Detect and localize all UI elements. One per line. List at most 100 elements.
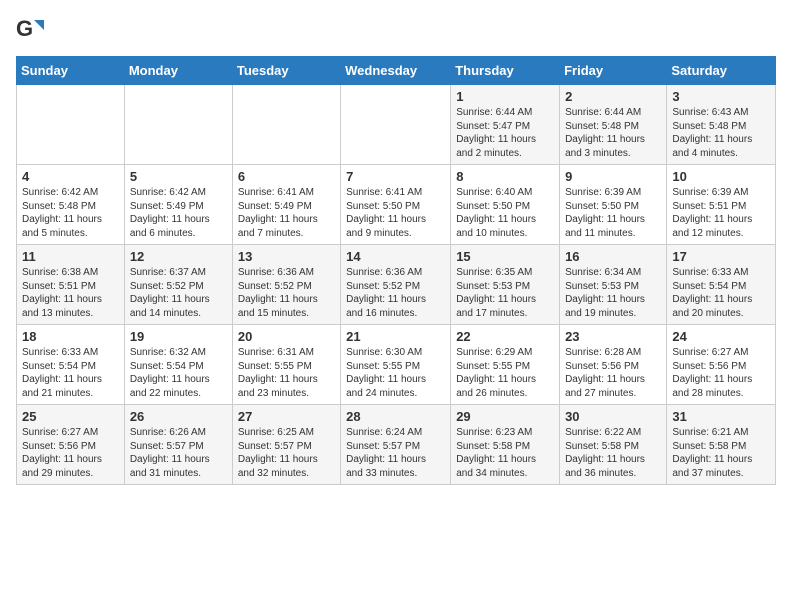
header-thursday: Thursday <box>451 57 560 85</box>
day-number: 10 <box>672 169 770 184</box>
calendar-cell: 20Sunrise: 6:31 AM Sunset: 5:55 PM Dayli… <box>232 325 340 405</box>
calendar-cell: 26Sunrise: 6:26 AM Sunset: 5:57 PM Dayli… <box>124 405 232 485</box>
calendar-cell: 10 Sunrise: 6:39 AM Sunset: 5:51 PM Dayli… <box>667 165 776 245</box>
calendar-cell: 5Sunrise: 6:42 AM Sunset: 5:49 PM Daylig… <box>124 165 232 245</box>
day-number: 15 <box>456 249 554 264</box>
calendar-cell: 12Sunrise: 6:37 AM Sunset: 5:52 PM Dayli… <box>124 245 232 325</box>
calendar-week-2: 4Sunrise: 6:42 AM Sunset: 5:48 PM Daylig… <box>17 165 776 245</box>
calendar-cell: 4Sunrise: 6:42 AM Sunset: 5:48 PM Daylig… <box>17 165 125 245</box>
calendar-cell: 9 Sunrise: 6:39 AM Sunset: 5:50 PM Daylig… <box>560 165 667 245</box>
calendar-cell: 28 Sunrise: 6:24 AM Sunset: 5:57 PM Dayli… <box>341 405 451 485</box>
day-detail: Sunrise: 6:28 AM Sunset: 5:56 PM Dayligh… <box>565 346 661 400</box>
logo: G <box>16 16 48 44</box>
day-detail: Sunrise: 6:42 AM Sunset: 5:49 PM Dayligh… <box>130 186 227 240</box>
calendar-cell: 27 Sunrise: 6:25 AM Sunset: 5:57 PM Dayli… <box>232 405 340 485</box>
day-number: 17 <box>672 249 770 264</box>
day-detail: Sunrise: 6:27 AM Sunset: 5:56 PM Dayligh… <box>672 346 770 400</box>
day-detail: Sunrise: 6:40 AM Sunset: 5:50 PM Dayligh… <box>456 186 554 240</box>
calendar-cell: 24 Sunrise: 6:27 AM Sunset: 5:56 PM Dayli… <box>667 325 776 405</box>
day-detail: Sunrise: 6:41 AM Sunset: 5:49 PM Dayligh… <box>238 186 335 240</box>
calendar-week-1: 1Sunrise: 6:44 AM Sunset: 5:47 PM Daylig… <box>17 85 776 165</box>
day-number: 7 <box>346 169 445 184</box>
day-detail: Sunrise: 6:25 AM Sunset: 5:57 PM Dayligh… <box>238 426 335 480</box>
header-friday: Friday <box>560 57 667 85</box>
day-number: 22 <box>456 329 554 344</box>
day-number: 11 <box>22 249 119 264</box>
calendar-table: SundayMondayTuesdayWednesdayThursdayFrid… <box>16 56 776 485</box>
day-detail: Sunrise: 6:41 AM Sunset: 5:50 PM Dayligh… <box>346 186 445 240</box>
day-detail: Sunrise: 6:21 AM Sunset: 5:58 PM Dayligh… <box>672 426 770 480</box>
day-detail: Sunrise: 6:34 AM Sunset: 5:53 PM Dayligh… <box>565 266 661 320</box>
calendar-cell: 21 Sunrise: 6:30 AM Sunset: 5:55 PM Dayli… <box>341 325 451 405</box>
calendar-week-3: 11 Sunrise: 6:38 AM Sunset: 5:51 PM Dayli… <box>17 245 776 325</box>
day-number: 20 <box>238 329 335 344</box>
calendar-cell: 19Sunrise: 6:32 AM Sunset: 5:54 PM Dayli… <box>124 325 232 405</box>
day-number: 24 <box>672 329 770 344</box>
day-detail: Sunrise: 6:36 AM Sunset: 5:52 PM Dayligh… <box>238 266 335 320</box>
day-detail: Sunrise: 6:30 AM Sunset: 5:55 PM Dayligh… <box>346 346 445 400</box>
calendar-cell: 11 Sunrise: 6:38 AM Sunset: 5:51 PM Dayli… <box>17 245 125 325</box>
header-saturday: Saturday <box>667 57 776 85</box>
calendar-cell <box>124 85 232 165</box>
calendar-cell: 16 Sunrise: 6:34 AM Sunset: 5:53 PM Dayli… <box>560 245 667 325</box>
calendar-cell: 23 Sunrise: 6:28 AM Sunset: 5:56 PM Dayli… <box>560 325 667 405</box>
header-sunday: Sunday <box>17 57 125 85</box>
day-number: 21 <box>346 329 445 344</box>
day-number: 31 <box>672 409 770 424</box>
day-number: 18 <box>22 329 119 344</box>
day-detail: Sunrise: 6:29 AM Sunset: 5:55 PM Dayligh… <box>456 346 554 400</box>
calendar-cell: 17 Sunrise: 6:33 AM Sunset: 5:54 PM Dayli… <box>667 245 776 325</box>
calendar-cell <box>232 85 340 165</box>
day-number: 14 <box>346 249 445 264</box>
calendar-cell: 1Sunrise: 6:44 AM Sunset: 5:47 PM Daylig… <box>451 85 560 165</box>
calendar-cell: 3 Sunrise: 6:43 AM Sunset: 5:48 PM Daylig… <box>667 85 776 165</box>
day-number: 8 <box>456 169 554 184</box>
day-number: 16 <box>565 249 661 264</box>
day-number: 13 <box>238 249 335 264</box>
day-number: 23 <box>565 329 661 344</box>
calendar-cell: 7 Sunrise: 6:41 AM Sunset: 5:50 PM Daylig… <box>341 165 451 245</box>
day-detail: Sunrise: 6:38 AM Sunset: 5:51 PM Dayligh… <box>22 266 119 320</box>
day-detail: Sunrise: 6:39 AM Sunset: 5:51 PM Dayligh… <box>672 186 770 240</box>
day-number: 26 <box>130 409 227 424</box>
day-number: 27 <box>238 409 335 424</box>
calendar-week-4: 18Sunrise: 6:33 AM Sunset: 5:54 PM Dayli… <box>17 325 776 405</box>
day-detail: Sunrise: 6:24 AM Sunset: 5:57 PM Dayligh… <box>346 426 445 480</box>
calendar-cell: 31 Sunrise: 6:21 AM Sunset: 5:58 PM Dayli… <box>667 405 776 485</box>
day-detail: Sunrise: 6:33 AM Sunset: 5:54 PM Dayligh… <box>672 266 770 320</box>
calendar-cell <box>17 85 125 165</box>
svg-text:G: G <box>16 16 33 41</box>
day-number: 28 <box>346 409 445 424</box>
day-number: 6 <box>238 169 335 184</box>
day-number: 29 <box>456 409 554 424</box>
day-detail: Sunrise: 6:32 AM Sunset: 5:54 PM Dayligh… <box>130 346 227 400</box>
logo-icon: G <box>16 16 44 44</box>
calendar-cell: 14 Sunrise: 6:36 AM Sunset: 5:52 PM Dayli… <box>341 245 451 325</box>
calendar-cell: 22 Sunrise: 6:29 AM Sunset: 5:55 PM Dayli… <box>451 325 560 405</box>
day-number: 30 <box>565 409 661 424</box>
calendar-header-row: SundayMondayTuesdayWednesdayThursdayFrid… <box>17 57 776 85</box>
day-detail: Sunrise: 6:27 AM Sunset: 5:56 PM Dayligh… <box>22 426 119 480</box>
day-number: 4 <box>22 169 119 184</box>
calendar-cell <box>341 85 451 165</box>
day-number: 25 <box>22 409 119 424</box>
calendar-cell: 29 Sunrise: 6:23 AM Sunset: 5:58 PM Dayli… <box>451 405 560 485</box>
day-number: 1 <box>456 89 554 104</box>
calendar-week-5: 25 Sunrise: 6:27 AM Sunset: 5:56 PM Dayli… <box>17 405 776 485</box>
calendar-cell: 8 Sunrise: 6:40 AM Sunset: 5:50 PM Daylig… <box>451 165 560 245</box>
day-detail: Sunrise: 6:35 AM Sunset: 5:53 PM Dayligh… <box>456 266 554 320</box>
day-number: 3 <box>672 89 770 104</box>
day-detail: Sunrise: 6:22 AM Sunset: 5:58 PM Dayligh… <box>565 426 661 480</box>
calendar-cell: 15 Sunrise: 6:35 AM Sunset: 5:53 PM Dayli… <box>451 245 560 325</box>
day-detail: Sunrise: 6:23 AM Sunset: 5:58 PM Dayligh… <box>456 426 554 480</box>
day-detail: Sunrise: 6:39 AM Sunset: 5:50 PM Dayligh… <box>565 186 661 240</box>
day-detail: Sunrise: 6:36 AM Sunset: 5:52 PM Dayligh… <box>346 266 445 320</box>
calendar-cell: 2Sunrise: 6:44 AM Sunset: 5:48 PM Daylig… <box>560 85 667 165</box>
header-monday: Monday <box>124 57 232 85</box>
day-number: 9 <box>565 169 661 184</box>
day-detail: Sunrise: 6:43 AM Sunset: 5:48 PM Dayligh… <box>672 106 770 160</box>
calendar-cell: 6 Sunrise: 6:41 AM Sunset: 5:49 PM Daylig… <box>232 165 340 245</box>
page-header: G <box>16 16 776 44</box>
day-detail: Sunrise: 6:44 AM Sunset: 5:48 PM Dayligh… <box>565 106 661 160</box>
day-detail: Sunrise: 6:37 AM Sunset: 5:52 PM Dayligh… <box>130 266 227 320</box>
